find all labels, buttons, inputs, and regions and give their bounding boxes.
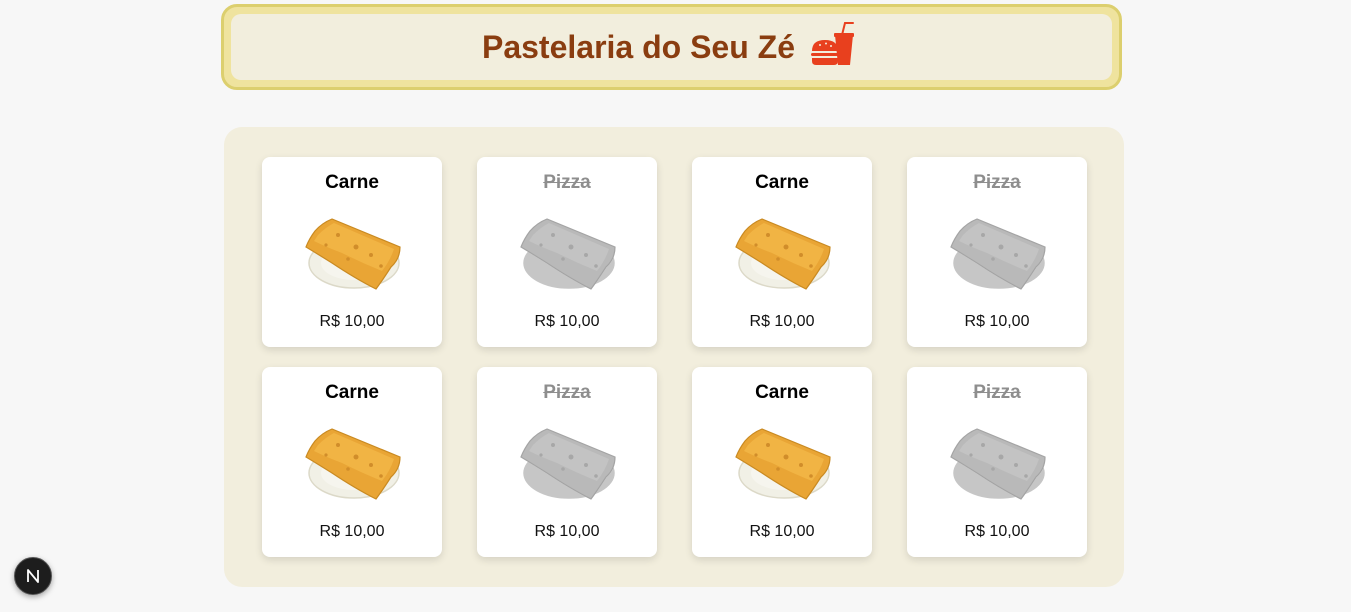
- product-name: Pizza: [973, 172, 1021, 193]
- product-card[interactable]: Carne R$ 10,00: [262, 157, 442, 347]
- product-price: R$ 10,00: [749, 313, 815, 330]
- product-name: Carne: [755, 172, 809, 193]
- pastel-image: [941, 421, 1053, 503]
- product-price: R$ 10,00: [319, 313, 385, 330]
- product-price: R$ 10,00: [319, 523, 385, 540]
- pastel-image: [726, 211, 838, 293]
- product-price: R$ 10,00: [534, 523, 600, 540]
- product-price: R$ 10,00: [964, 313, 1030, 330]
- page-title: Pastelaria do Seu Zé: [481, 28, 795, 65]
- product-card[interactable]: Pizza R$ 10,00: [907, 367, 1087, 557]
- fast-food-icon: [809, 19, 861, 67]
- product-name: Pizza: [543, 172, 591, 193]
- pastel-image: [296, 211, 408, 293]
- product-name: Carne: [325, 172, 379, 193]
- product-name: Pizza: [973, 382, 1021, 403]
- product-name: Carne: [755, 382, 809, 403]
- product-card[interactable]: Carne R$ 10,00: [692, 367, 872, 557]
- product-name: Carne: [325, 382, 379, 403]
- product-card[interactable]: Pizza R$ 10,00: [477, 157, 657, 347]
- product-price: R$ 10,00: [534, 313, 600, 330]
- pastel-image: [726, 421, 838, 503]
- product-card[interactable]: Carne R$ 10,00: [262, 367, 442, 557]
- product-price: R$ 10,00: [964, 523, 1030, 540]
- pastel-image: [296, 421, 408, 503]
- header-banner: Pastelaria do Seu Zé: [221, 4, 1122, 90]
- product-grid: Carne R$ 10,00 Pizza R$ 10,00 Carne R$ 1…: [224, 127, 1124, 587]
- product-name: Pizza: [543, 382, 591, 403]
- product-card[interactable]: Pizza R$ 10,00: [477, 367, 657, 557]
- product-price: R$ 10,00: [749, 523, 815, 540]
- pastel-image: [511, 421, 623, 503]
- nextjs-dev-badge[interactable]: [14, 557, 52, 595]
- product-card[interactable]: Pizza R$ 10,00: [907, 157, 1087, 347]
- product-card[interactable]: Carne R$ 10,00: [692, 157, 872, 347]
- header-inner: Pastelaria do Seu Zé: [231, 14, 1112, 80]
- nextjs-logo-icon: [27, 569, 39, 583]
- pastel-image: [941, 211, 1053, 293]
- pastel-image: [511, 211, 623, 293]
